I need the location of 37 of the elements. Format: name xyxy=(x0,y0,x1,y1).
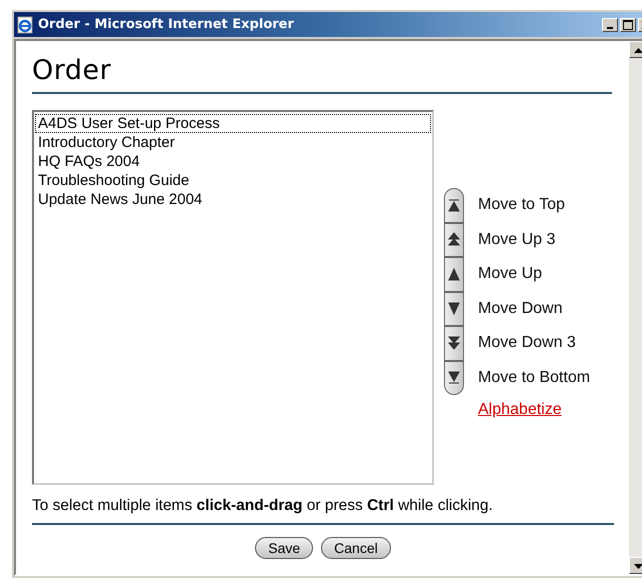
scroll-up-icon[interactable] xyxy=(629,41,642,58)
move-button[interactable] xyxy=(444,292,464,326)
list-item[interactable]: Update News June 2004 xyxy=(35,190,431,209)
scroll-down-icon[interactable] xyxy=(629,557,642,574)
arrow-to-top-icon xyxy=(446,196,462,214)
double-up-arrow-icon xyxy=(446,231,462,248)
item-list[interactable]: A4DS User Set-up Process Introductory Chapter HQ FAQs 2004 Troubleshooting Guide Update News June 2004 xyxy=(32,110,434,485)
instruction-text: To select multiple items click-and-drag or press Ctrl while clicking. xyxy=(32,497,494,515)
move-label: Move Up xyxy=(478,265,542,284)
minimize-icon xyxy=(607,26,613,28)
maximize-button[interactable] xyxy=(620,18,636,32)
list-item[interactable]: Troubleshooting Guide xyxy=(35,171,431,190)
maximize-icon xyxy=(623,20,633,30)
move-label: Move Down xyxy=(478,300,562,318)
double-down-arrow-icon xyxy=(446,334,462,352)
list-item[interactable]: Introductory Chapter xyxy=(35,133,431,152)
window-title: Order - Microsoft Internet Explorer xyxy=(38,17,295,32)
move-button[interactable] xyxy=(444,360,464,395)
move-label: Move to Top xyxy=(478,196,565,214)
alphabetize-link[interactable]: Alphabetize xyxy=(478,401,590,419)
form-button[interactable]: Save xyxy=(255,537,314,559)
list-item[interactable]: HQ FAQs 2004 xyxy=(35,152,431,171)
list-item[interactable]: A4DS User Set-up Process xyxy=(35,114,431,133)
move-button[interactable] xyxy=(444,222,464,257)
page-heading: Order xyxy=(32,55,112,86)
move-label: Move Up 3 xyxy=(478,230,556,249)
down-arrow-icon xyxy=(446,300,462,318)
minimize-button[interactable] xyxy=(602,18,618,32)
form-button[interactable]: Cancel xyxy=(321,537,391,559)
up-arrow-icon xyxy=(446,266,462,283)
arrow-to-bottom-icon xyxy=(446,369,462,386)
browser-logo-icon xyxy=(16,16,34,34)
move-label: Move to Bottom xyxy=(478,368,590,387)
move-label: Move Down 3 xyxy=(478,334,576,352)
move-button[interactable] xyxy=(444,326,464,360)
move-button[interactable] xyxy=(444,188,464,222)
move-button[interactable] xyxy=(444,257,464,292)
